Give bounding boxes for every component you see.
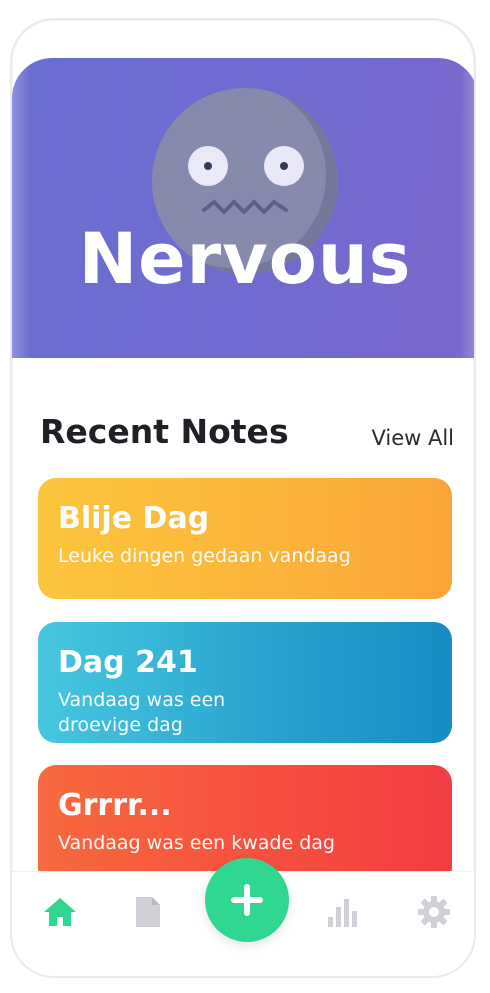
note-description: Vandaag was een droevige dag <box>58 689 226 736</box>
face-left-eye <box>188 146 228 186</box>
phone-frame: Nervous Recent Notes View All Blije Dag … <box>10 18 476 978</box>
note-title: Dag 241 <box>58 645 198 680</box>
mood-header: Nervous <box>12 58 474 358</box>
add-icon <box>231 884 263 916</box>
document-icon <box>136 897 160 927</box>
settings-icon <box>418 896 450 928</box>
recent-notes-title: Recent Notes <box>40 412 289 451</box>
bottom-navigation <box>12 858 474 976</box>
home-icon <box>44 898 76 926</box>
nav-settings[interactable] <box>412 890 456 934</box>
note-title: Grrrr... <box>58 788 172 823</box>
nav-home[interactable] <box>38 890 82 934</box>
note-title: Blije Dag <box>58 501 210 536</box>
nav-stats[interactable] <box>321 890 365 934</box>
nav-notes[interactable] <box>126 890 170 934</box>
note-card[interactable]: Blije Dag Leuke dingen gedaan vandaag <box>38 478 452 599</box>
view-all-link[interactable]: View All <box>371 426 454 450</box>
face-mouth <box>202 200 288 214</box>
mood-label: Nervous <box>78 218 412 300</box>
note-card[interactable]: Dag 241 Vandaag was een droevige dag <box>38 622 452 743</box>
note-description: Leuke dingen gedaan vandaag <box>58 545 351 567</box>
note-description: Vandaag was een kwade dag <box>58 832 335 854</box>
chart-icon <box>328 899 357 927</box>
face-right-eye <box>264 146 304 186</box>
add-note-button[interactable] <box>205 858 289 942</box>
